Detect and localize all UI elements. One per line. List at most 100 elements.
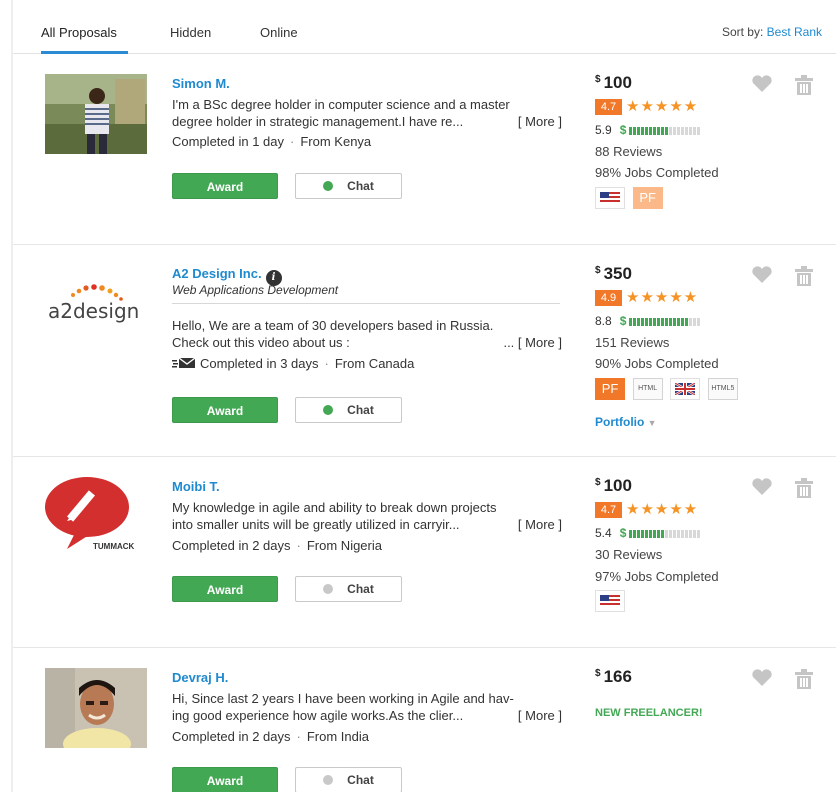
html-skill-badge[interactable]: HTML — [632, 378, 663, 400]
avatar[interactable]: a2design — [45, 275, 147, 355]
heart-icon[interactable] — [751, 669, 773, 687]
award-button[interactable]: Award — [172, 576, 278, 602]
chat-button[interactable]: Chat — [295, 397, 402, 423]
trash-icon[interactable] — [795, 669, 813, 689]
rating: 4.9 ★★★★★ — [595, 290, 698, 306]
earnings-bar-segment — [645, 127, 649, 135]
sort-value[interactable]: Best Rank — [767, 25, 822, 39]
earnings-bar-segment — [657, 127, 661, 135]
preferred-freelancer-badge[interactable]: PF — [595, 378, 625, 400]
earnings-bar-segment — [657, 530, 661, 538]
tab-online[interactable]: Online — [260, 25, 298, 40]
avatar[interactable] — [45, 74, 147, 154]
trash-icon[interactable] — [795, 478, 813, 498]
svg-text:a2design: a2design — [48, 299, 139, 323]
freelancer-name[interactable]: Moibi T. — [172, 479, 220, 494]
avatar[interactable] — [45, 668, 147, 748]
dollar-icon: $ — [619, 314, 627, 328]
proposal-card: a2design A2 Design Inc. i Web Application… — [13, 245, 836, 457]
avatar-photo — [45, 668, 147, 748]
earnings-bar-segment — [653, 318, 657, 326]
earnings-bar-segment — [633, 318, 637, 326]
earnings-bar-segment — [685, 318, 689, 326]
tab-all-proposals[interactable]: All Proposals — [41, 25, 117, 40]
sort-control[interactable]: Sort by: Best Rank — [722, 25, 822, 39]
chat-button[interactable]: Chat — [295, 767, 402, 792]
earnings-bar-segment — [641, 318, 645, 326]
us-flag-icon — [595, 187, 625, 209]
offline-status-icon — [323, 584, 334, 594]
earnings-bar-segment — [665, 530, 669, 538]
jobs-completed: 90% Jobs Completed — [595, 356, 719, 371]
earnings-bar-segment — [669, 127, 673, 135]
earnings-bar-segment — [673, 530, 677, 538]
earnings-bar-segment — [693, 127, 697, 135]
earnings-bar-segment — [661, 127, 665, 135]
active-tab-indicator — [41, 51, 128, 54]
a2design-logo: a2design — [48, 284, 139, 323]
earnings-bar-segment — [653, 530, 657, 538]
earnings-bar-segment — [633, 530, 637, 538]
tab-hidden[interactable]: Hidden — [170, 25, 211, 40]
earnings-bar-segment — [661, 318, 665, 326]
earnings-bar-segment — [697, 530, 701, 538]
proposal-card: TUMMACK Moibi T. My knowledge in agile a… — [13, 457, 836, 648]
badge-row: PF HTML HTML5 — [595, 378, 742, 400]
proposal-tabs: All Proposals Hidden Online Sort by: Bes… — [13, 0, 836, 54]
bid-price: $166 — [595, 667, 632, 686]
freelancer-tagline: Web Applications Development — [172, 283, 339, 297]
preferred-freelancer-badge[interactable]: PF — [632, 187, 663, 209]
earnings-bar-segment — [693, 530, 697, 538]
more-link[interactable]: [ More ] — [518, 707, 562, 724]
reviews-count[interactable]: 30 Reviews — [595, 547, 662, 562]
earnings-bar-segment — [689, 127, 693, 135]
award-button[interactable]: Award — [172, 397, 278, 423]
reviews-count[interactable]: 88 Reviews — [595, 144, 662, 159]
completion-meta: Completed in 2 days · From Nigeria — [172, 538, 382, 553]
avatar[interactable]: TUMMACK — [45, 475, 147, 555]
earnings-bar-segment — [693, 318, 697, 326]
award-button[interactable]: Award — [172, 767, 278, 792]
trash-icon[interactable] — [795, 266, 813, 286]
heart-icon[interactable] — [751, 266, 773, 284]
earnings-bar-segment — [637, 530, 641, 538]
freelancer-name[interactable]: Simon M. — [172, 76, 230, 91]
earnings-bar-segment — [677, 318, 681, 326]
us-flag-icon — [595, 590, 625, 612]
earnings-bar-segment — [685, 530, 689, 538]
earnings-bar-segment — [681, 318, 685, 326]
heart-icon[interactable] — [751, 478, 773, 496]
reviews-count[interactable]: 151 Reviews — [595, 335, 669, 350]
more-link[interactable]: ... [ More ] — [503, 334, 562, 351]
earnings-bar-segment — [685, 127, 689, 135]
more-link[interactable]: [ More ] — [518, 113, 562, 130]
earnings-bar-segment — [629, 318, 633, 326]
earnings-bar-segment — [649, 318, 653, 326]
award-button[interactable]: Award — [172, 173, 278, 199]
chat-button[interactable]: Chat — [295, 173, 402, 199]
earnings-bar-segment — [637, 318, 641, 326]
chat-button[interactable]: Chat — [295, 576, 402, 602]
more-link[interactable]: [ More ] — [518, 516, 562, 533]
rating: 4.7 ★★★★★ — [595, 502, 698, 518]
html5-skill-badge[interactable]: HTML5 — [707, 378, 738, 400]
earnings-bar-segment — [697, 318, 701, 326]
freelancer-name[interactable]: Devraj H. — [172, 670, 228, 685]
rating-score: 4.9 — [595, 290, 622, 306]
trash-icon[interactable] — [795, 75, 813, 95]
portfolio-dropdown[interactable]: Portfolio ▼ — [595, 415, 657, 429]
earnings-bar-segment — [681, 530, 685, 538]
online-status-icon — [323, 181, 334, 191]
express-mail-icon — [172, 357, 196, 368]
earnings-bar-segment — [669, 530, 673, 538]
svg-text:TUMMACK: TUMMACK — [93, 542, 135, 551]
earnings-bar-segment — [677, 530, 681, 538]
earnings-bar-segment — [633, 127, 637, 135]
chevron-down-icon: ▼ — [647, 418, 657, 428]
divider — [172, 303, 560, 304]
rating-score: 4.7 — [595, 502, 622, 518]
heart-icon[interactable] — [751, 75, 773, 93]
bid-price: $100 — [595, 73, 632, 92]
bid-price: $350 — [595, 264, 632, 283]
earnings-score: 8.8 $ — [595, 314, 701, 328]
